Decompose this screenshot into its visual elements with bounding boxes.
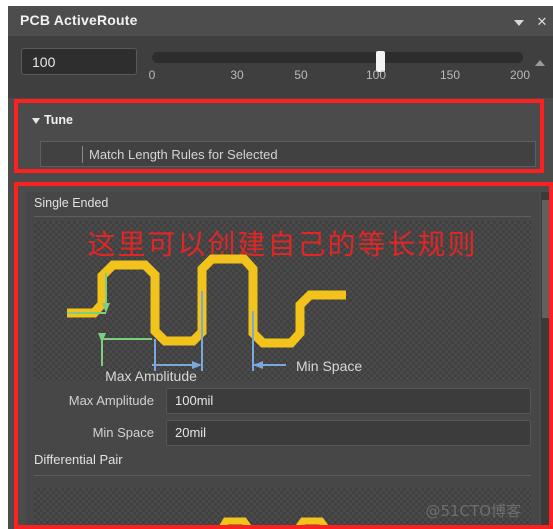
slider-tick: 200	[509, 68, 531, 82]
titlebar: PCB ActiveRoute ✕	[8, 6, 553, 36]
close-icon[interactable]: ✕	[534, 14, 550, 30]
slider-tick: 150	[439, 68, 461, 82]
pcb-activeroute-panel: PCB ActiveRoute ✕ 100 0 30 50 100 150 20…	[0, 0, 553, 529]
chevron-down-glyph	[514, 20, 524, 26]
slider-tick: 50	[294, 68, 308, 82]
slider-tick: 100	[365, 68, 387, 82]
page-left-strip	[0, 0, 8, 529]
gap-slider-row: 100 0 30 50 100 150 200	[8, 36, 553, 98]
slider-tick: 0	[148, 68, 156, 82]
scroll-up-arrow-icon[interactable]	[535, 60, 545, 66]
value-input[interactable]: 100	[21, 48, 137, 75]
page-title: PCB ActiveRoute	[20, 12, 138, 28]
highlight-box-single-ended	[14, 182, 553, 529]
slider-track[interactable]	[152, 51, 523, 72]
page-top-strip	[8, 0, 553, 6]
slider-tick: 30	[230, 68, 244, 82]
chevron-down-icon[interactable]	[511, 14, 527, 30]
highlight-box-tune	[14, 99, 544, 173]
slider[interactable]: 0 30 50 100 150 200	[147, 48, 531, 90]
